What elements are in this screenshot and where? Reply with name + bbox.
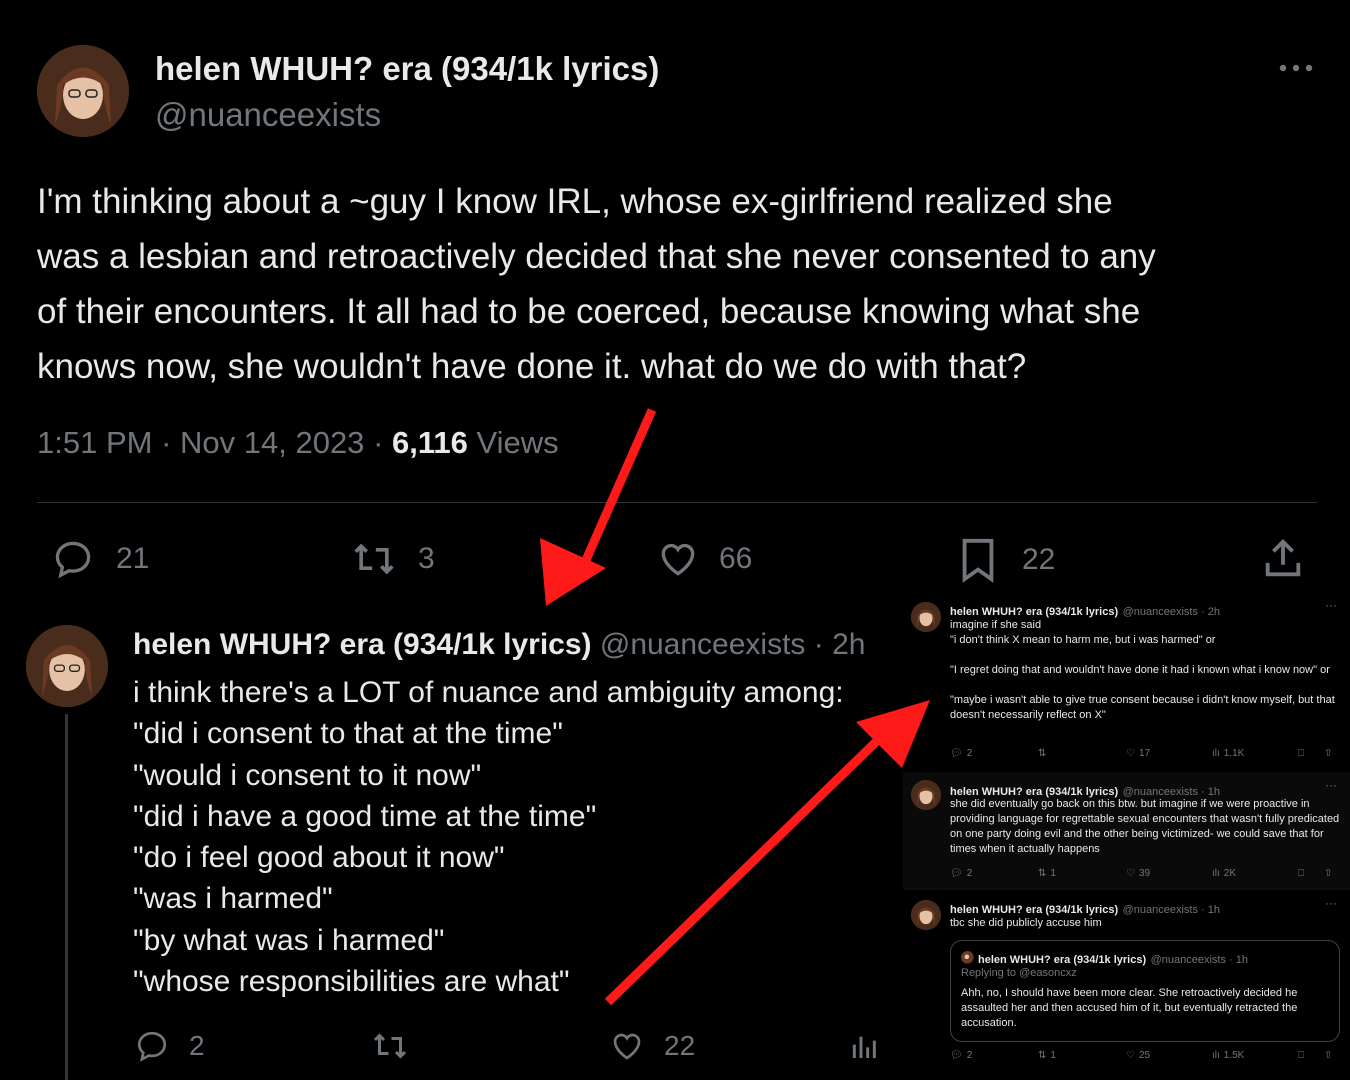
annotation-arrows	[540, 408, 930, 1006]
arrow-down	[540, 408, 657, 606]
arrow-up-right	[604, 700, 930, 1006]
